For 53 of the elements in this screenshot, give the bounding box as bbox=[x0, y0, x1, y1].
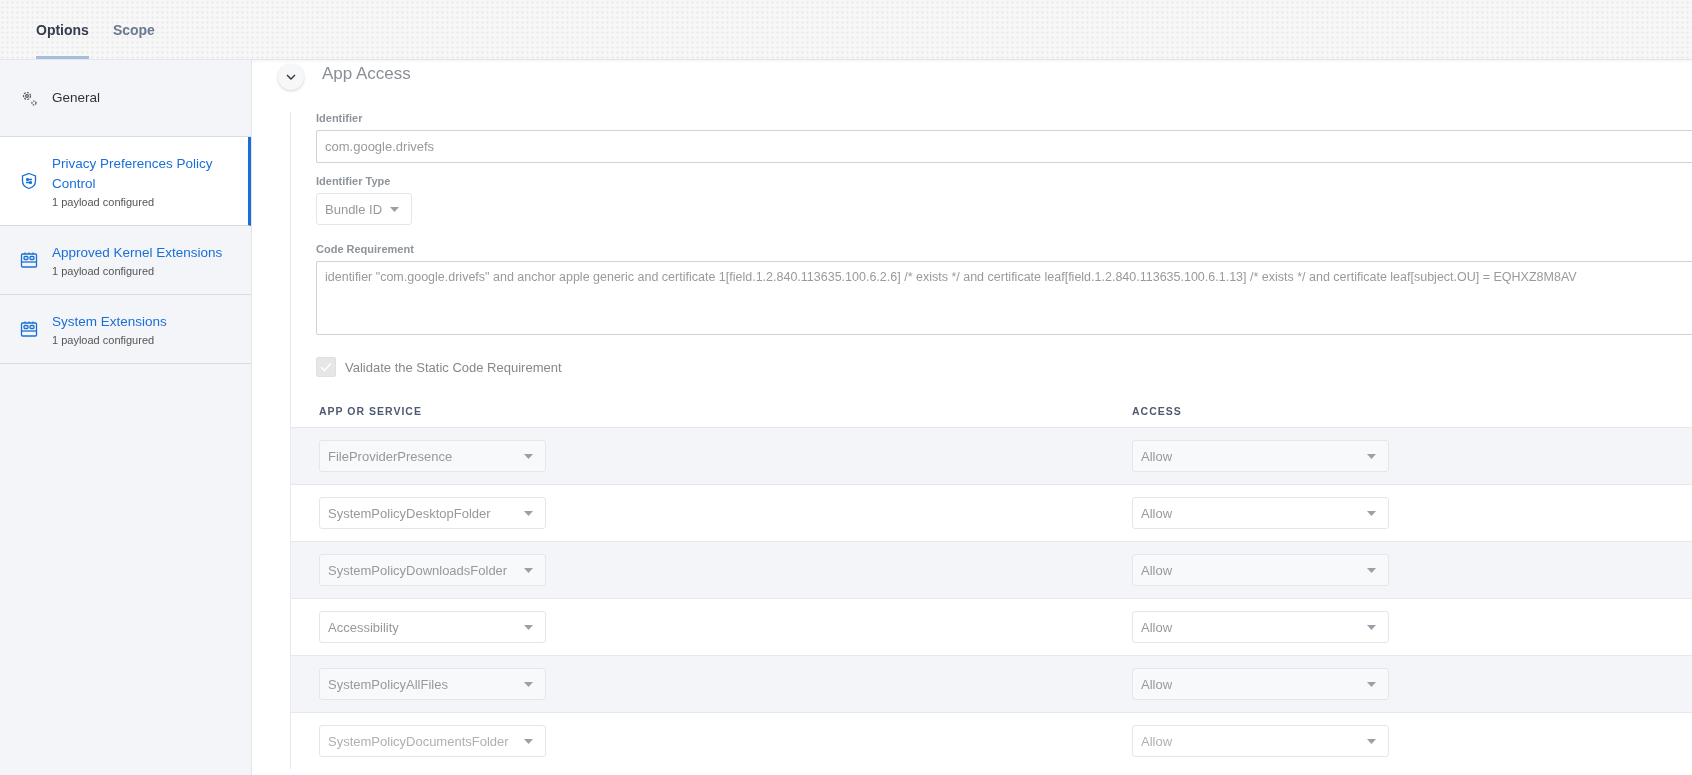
item-title: Privacy Preferences Policy Control bbox=[52, 155, 214, 193]
item-title: System Extensions bbox=[52, 313, 167, 331]
field-label: Identifier Type bbox=[316, 175, 392, 187]
dropdown[interactable]: Allow bbox=[1132, 668, 1389, 700]
caret-icon bbox=[390, 206, 399, 212]
caret-icon bbox=[1367, 681, 1376, 687]
gears-icon bbox=[20, 89, 38, 107]
check-icon bbox=[320, 362, 332, 372]
item-title: Approved Kernel Extensions bbox=[52, 244, 223, 262]
section-title: App Access bbox=[322, 64, 411, 84]
checkbox-label: Validate the Static Code Requirement bbox=[345, 359, 562, 375]
item-subtitle: 1 payload configured bbox=[52, 265, 156, 277]
collapse-button[interactable] bbox=[278, 64, 304, 90]
dropdown[interactable]: Allow bbox=[1132, 497, 1389, 529]
caret-icon bbox=[1367, 624, 1376, 630]
dropdown[interactable]: SystemPolicyAllFiles bbox=[319, 668, 546, 700]
dropdown[interactable]: SystemPolicyDownloadsFolder bbox=[319, 554, 546, 586]
input-field[interactable]: com.google.drivefs bbox=[316, 130, 1692, 163]
sidebar-item[interactable]: System Extensions 1 payload configured bbox=[0, 295, 251, 364]
tab[interactable]: Scope bbox=[112, 0, 155, 59]
caret-icon bbox=[524, 738, 533, 744]
column-header: APP OR SERVICE bbox=[319, 405, 422, 417]
item-subtitle: 1 payload configured bbox=[52, 334, 156, 346]
shield-icon bbox=[20, 172, 38, 190]
caret-icon bbox=[524, 624, 533, 630]
dropdown[interactable]: Bundle ID bbox=[316, 193, 412, 225]
caret-icon bbox=[524, 510, 533, 516]
caret-icon bbox=[1367, 567, 1376, 573]
caret-icon bbox=[524, 453, 533, 459]
dropdown[interactable]: SystemPolicyDocumentsFolder bbox=[319, 725, 546, 757]
caret-icon bbox=[1367, 738, 1376, 744]
module-icon bbox=[20, 320, 38, 338]
column-header: ACCESS bbox=[1132, 405, 1182, 417]
dropdown[interactable]: Allow bbox=[1132, 611, 1389, 643]
text-area[interactable]: identifier "com.google.drivefs" and anchor apple generic and certificate 1[field.1.2.840.113635.100.6.2.6] /* exists */ and certificate leaf[field.1.2.840.113635.100.6.1.13] /* exists */ and certificate leaf[subject.OU] = EQHXZ8M8AV bbox=[316, 261, 1692, 335]
item-subtitle: 1 payload configured bbox=[52, 196, 156, 208]
module-icon bbox=[20, 251, 38, 269]
caret-icon bbox=[524, 681, 533, 687]
field-label: Code Requirement bbox=[316, 243, 415, 255]
caret-icon bbox=[524, 567, 533, 573]
dropdown[interactable]: Allow bbox=[1132, 554, 1389, 586]
dropdown[interactable]: Allow bbox=[1132, 440, 1389, 472]
chevron-down-icon bbox=[286, 74, 296, 80]
dropdown[interactable]: Accessibility bbox=[319, 611, 546, 643]
sidebar-item[interactable]: Approved Kernel Extensions 1 payload configured bbox=[0, 226, 251, 295]
sidebar-item[interactable]: Privacy Preferences Policy Control 1 payload configured bbox=[0, 137, 251, 226]
caret-icon bbox=[1367, 453, 1376, 459]
dropdown[interactable]: Allow bbox=[1132, 725, 1389, 757]
item-title: General bbox=[52, 89, 101, 107]
dropdown[interactable]: FileProviderPresence bbox=[319, 440, 546, 472]
dropdown[interactable]: SystemPolicyDesktopFolder bbox=[319, 497, 546, 529]
caret-icon bbox=[1367, 510, 1376, 516]
field-label: Identifier bbox=[316, 112, 364, 124]
